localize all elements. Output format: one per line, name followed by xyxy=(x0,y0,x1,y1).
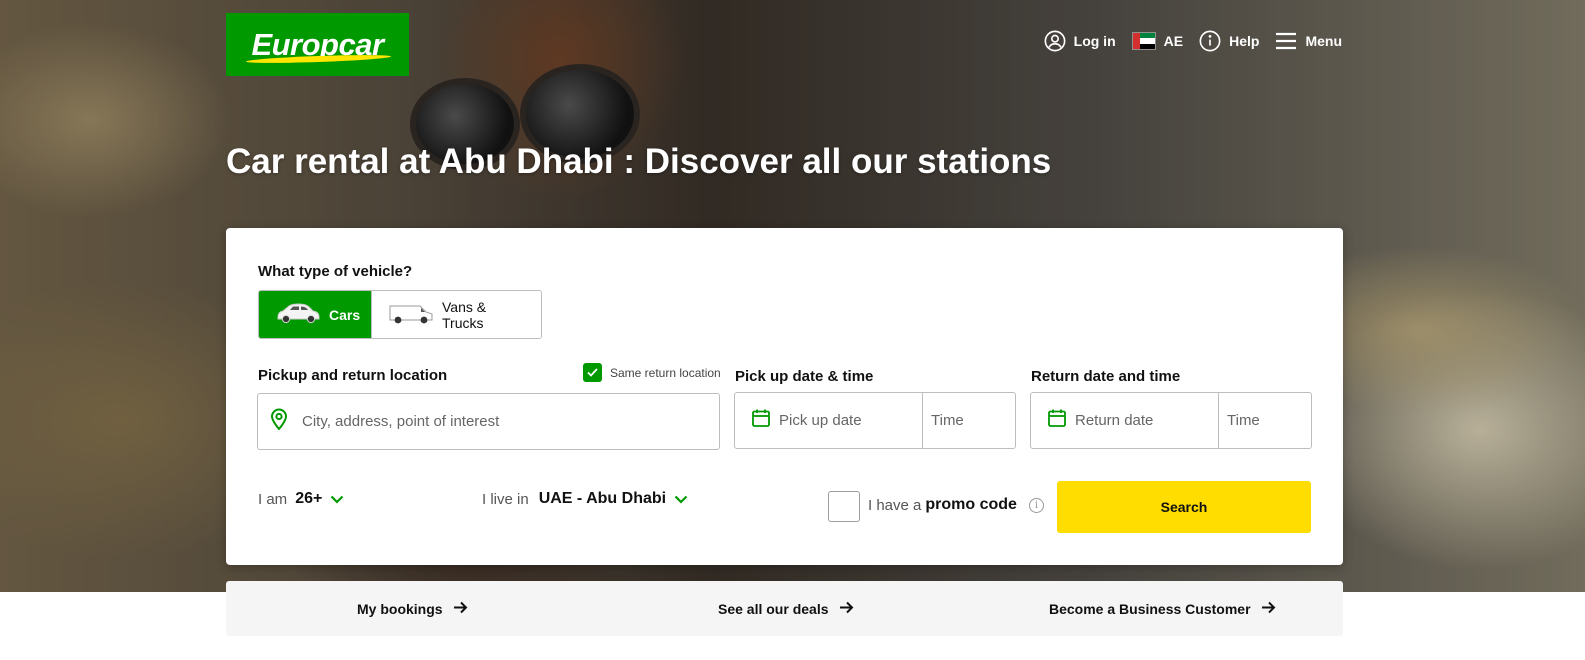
user-icon xyxy=(1044,30,1066,52)
help-link[interactable]: Help xyxy=(1199,30,1259,52)
quicklink-label: My bookings xyxy=(357,600,443,617)
page-title: Car rental at Abu Dhabi : Discover all o… xyxy=(226,142,1052,181)
arrow-right-icon xyxy=(1261,601,1276,617)
age-prefix: I am xyxy=(258,490,288,508)
residence-value: UAE - Abu Dhabi xyxy=(538,490,667,507)
residence-selector[interactable]: I live in UAE - Abu Dhabi xyxy=(482,490,688,508)
country-selector[interactable]: AE xyxy=(1131,32,1184,50)
hamburger-icon xyxy=(1275,31,1297,51)
pickup-label: Pick up date & time xyxy=(735,368,874,385)
vehicle-option-vans-trucks[interactable]: Vans & Trucks xyxy=(371,291,541,338)
country-code: AE xyxy=(1163,33,1184,49)
quick-links-bar: My bookings See all our deals Become a B… xyxy=(226,581,1343,636)
chevron-down-icon xyxy=(330,491,344,508)
vehicle-type-toggle: Cars Vans & Trucks xyxy=(258,290,542,339)
arrow-right-icon xyxy=(453,601,468,617)
arrow-right-icon xyxy=(839,601,854,617)
menu-button[interactable]: Menu xyxy=(1275,31,1342,51)
login-link[interactable]: Log in xyxy=(1044,30,1116,52)
promo-code-checkbox[interactable] xyxy=(828,491,860,522)
menu-label: Menu xyxy=(1305,33,1342,49)
europcar-logo[interactable]: Europcar xyxy=(226,13,409,76)
same-return-label: Same return location xyxy=(610,365,721,380)
map-pin-icon xyxy=(270,408,288,435)
return-time-input[interactable]: Time xyxy=(1218,393,1311,448)
location-placeholder: City, address, point of interest xyxy=(302,413,500,430)
return-date-input[interactable]: Return date xyxy=(1031,393,1218,448)
help-label: Help xyxy=(1229,33,1260,49)
vehicle-option-cars[interactable]: Cars xyxy=(259,291,371,338)
return-time-placeholder: Time xyxy=(1227,412,1260,429)
top-navigation: Log in AE Help Menu xyxy=(1044,30,1342,52)
booking-form: What type of vehicle? Cars Vans & Trucks… xyxy=(226,228,1343,565)
see-all-deals-link[interactable]: See all our deals xyxy=(718,581,854,636)
return-label: Return date and time xyxy=(1031,368,1181,385)
car-icon xyxy=(275,302,321,327)
van-icon xyxy=(388,302,434,327)
pickup-date-input[interactable]: Pick up date xyxy=(735,393,922,448)
checkmark-icon xyxy=(583,363,602,382)
search-button[interactable]: Search xyxy=(1057,481,1311,533)
pickup-date-placeholder: Pick up date xyxy=(779,412,862,429)
return-datetime-field: Return date Time xyxy=(1030,392,1312,449)
quicklink-label: Become a Business Customer xyxy=(1049,600,1251,617)
vehicle-type-label: What type of vehicle? xyxy=(258,263,413,280)
return-date-placeholder: Return date xyxy=(1075,412,1154,429)
age-value: 26+ xyxy=(295,490,323,507)
uae-flag-icon xyxy=(1131,32,1156,50)
pickup-datetime-field: Pick up date Time xyxy=(734,392,1016,449)
pickup-time-placeholder: Time xyxy=(931,412,964,429)
pickup-time-input[interactable]: Time xyxy=(922,393,1015,448)
same-return-checkbox[interactable]: Same return location xyxy=(583,363,721,382)
residence-prefix: I live in xyxy=(482,490,529,508)
calendar-icon xyxy=(751,408,771,433)
location-input[interactable]: City, address, point of interest xyxy=(257,393,720,450)
promo-code-label[interactable]: I have a promo code i xyxy=(868,496,1044,514)
location-label: Pickup and return location xyxy=(258,367,448,384)
vehicle-option-label: Cars xyxy=(329,306,361,323)
promo-prefix: I have a xyxy=(868,496,922,514)
quicklink-label: See all our deals xyxy=(718,600,829,617)
vehicle-option-label: Vans & Trucks xyxy=(442,298,487,331)
business-customer-link[interactable]: Become a Business Customer xyxy=(1049,581,1276,636)
chevron-down-icon xyxy=(674,491,688,508)
my-bookings-link[interactable]: My bookings xyxy=(357,581,468,636)
calendar-icon xyxy=(1047,408,1067,433)
info-icon[interactable]: i xyxy=(1028,497,1044,513)
login-label: Log in xyxy=(1073,33,1116,49)
promo-bold: promo code xyxy=(925,496,1017,513)
age-selector[interactable]: I am 26+ xyxy=(258,490,344,508)
info-icon xyxy=(1199,30,1221,52)
